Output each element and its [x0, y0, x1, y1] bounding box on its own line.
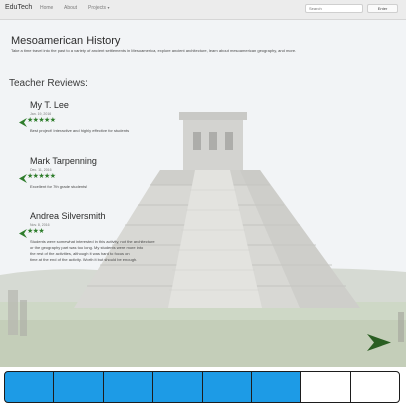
- back-arrow-icon[interactable]: [19, 118, 27, 127]
- hero-section: Mesoamerican History Take a time travel …: [0, 20, 406, 367]
- search-button[interactable]: Enter: [367, 4, 398, 13]
- pyramid-photo: [0, 20, 406, 367]
- progress-segment[interactable]: [53, 371, 104, 403]
- reviewer-name: Andrea Silversmith: [30, 211, 106, 221]
- back-arrow-icon[interactable]: [19, 229, 27, 238]
- search-input[interactable]: [305, 4, 363, 13]
- brand-logo[interactable]: EduTech: [5, 4, 32, 11]
- reviews-heading: Teacher Reviews:: [9, 78, 88, 89]
- progress-segment[interactable]: [201, 371, 252, 403]
- star-rating: ★★★: [27, 228, 45, 235]
- progress-segment[interactable]: [4, 371, 55, 403]
- reviewer-name: Mark Tarpenning: [30, 156, 97, 166]
- progress-segment[interactable]: [349, 371, 400, 403]
- top-navbar: EduTech Home About Projects ▾ Enter: [0, 0, 406, 20]
- page-subtitle: Take a time travel into the past to a va…: [11, 48, 297, 53]
- review-text: Excellent for 7th grade students!: [30, 184, 87, 190]
- progress-bar: [4, 371, 400, 403]
- nav-link-about[interactable]: About: [64, 5, 77, 11]
- back-arrow-icon[interactable]: [19, 174, 27, 183]
- nav-dropdown-label: Projects: [88, 5, 107, 11]
- nav-dropdown-projects[interactable]: Projects ▾: [88, 5, 109, 11]
- review-text-line: time at the end of the activity. Worth i…: [30, 257, 138, 262]
- progress-segment[interactable]: [152, 371, 203, 403]
- nav-link-home[interactable]: Home: [40, 5, 53, 11]
- progress-segment[interactable]: [102, 371, 154, 403]
- page-title: Mesoamerican History: [11, 35, 121, 47]
- review-text-line: Excellent for 7th grade students!: [30, 184, 88, 189]
- review-text: Students were somewhat interested in thi…: [30, 239, 155, 263]
- review-text-line: Best project! Interactive and highly eff…: [30, 128, 130, 133]
- star-rating: ★★★★★: [27, 117, 56, 124]
- next-arrow-icon[interactable]: [367, 334, 391, 351]
- progress-segment[interactable]: [300, 371, 351, 403]
- star-rating: ★★★★★: [27, 173, 56, 180]
- review-text: Best project! Interactive and highly eff…: [30, 128, 129, 134]
- reviewer-name: My T. Lee: [30, 100, 69, 110]
- progress-segment[interactable]: [250, 371, 302, 403]
- chevron-down-icon: ▾: [107, 5, 110, 10]
